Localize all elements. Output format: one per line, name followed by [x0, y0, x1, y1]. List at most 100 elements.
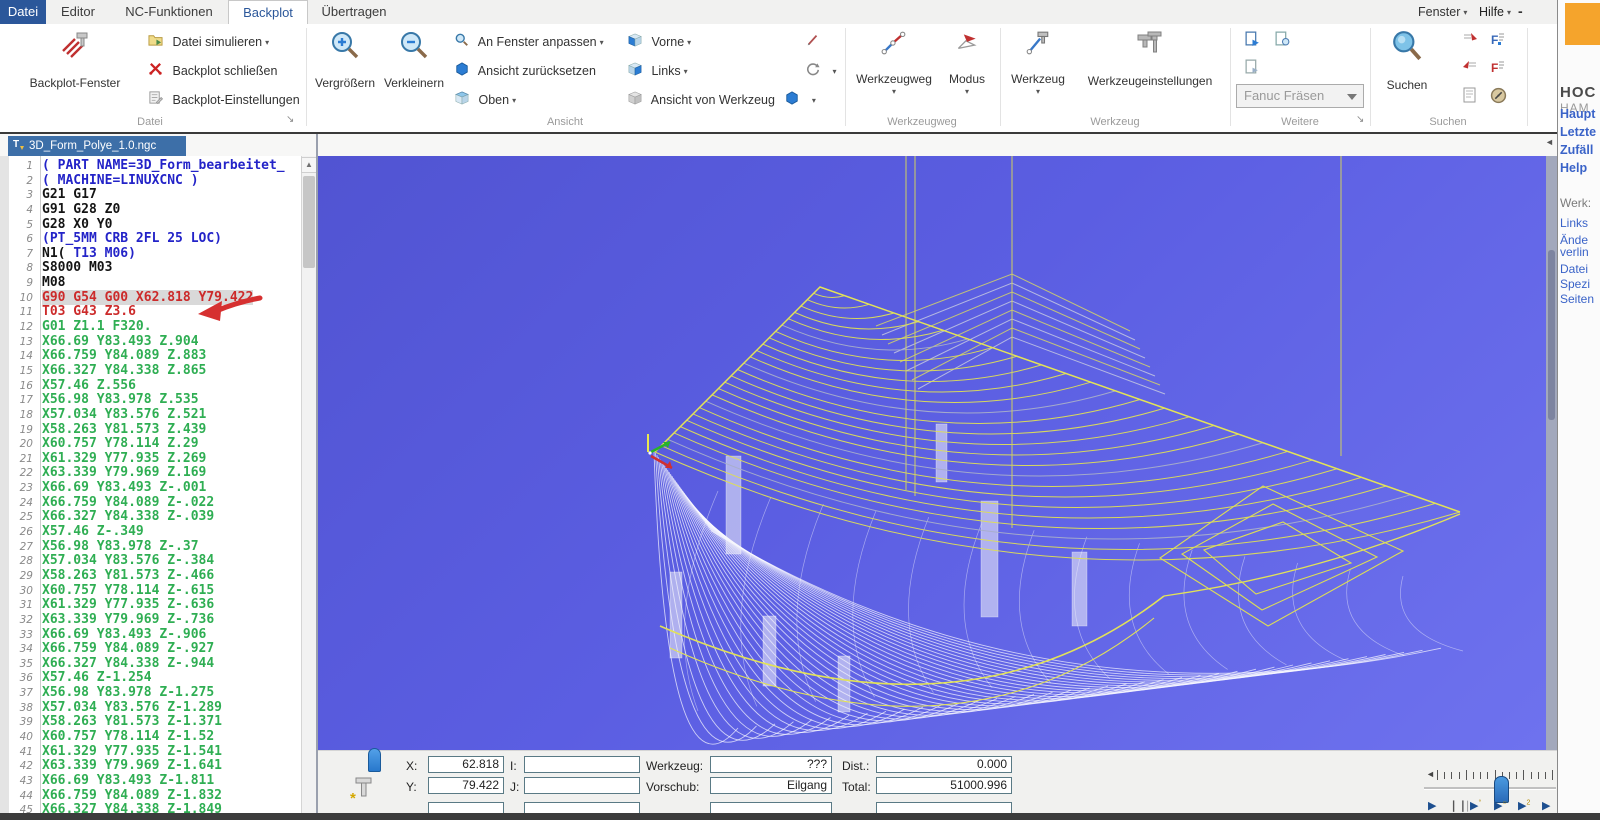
gcode-line-6[interactable]: 6(PT_5MM CRB 2FL 25 LOC) — [0, 231, 301, 246]
werkzeug-value-field[interactable]: ??? — [710, 756, 832, 773]
oben-button[interactable]: Oben▾ — [455, 89, 516, 111]
verkleinern-button[interactable]: Verkleinern — [380, 26, 448, 128]
gcode-line-18[interactable]: 18X57.034 Y83.576 Z.521 — [0, 407, 301, 422]
slider-left-arrow-icon[interactable]: ◄ — [1426, 769, 1435, 779]
panel-splitter[interactable] — [316, 134, 318, 813]
step-single-button[interactable]: ▶° — [1470, 799, 1481, 812]
minimize-ribbon-dash[interactable]: - — [1518, 0, 1523, 24]
rotate-view-button[interactable]: ▾ — [806, 60, 837, 82]
sidebar-link-2[interactable]: Letzte — [1560, 125, 1596, 139]
machine-type-combobox[interactable]: Fanuc Fräsen — [1236, 84, 1364, 108]
viewport-right-scrollbar[interactable] — [1546, 156, 1557, 750]
modus-button[interactable]: Modus ▾ — [938, 26, 996, 128]
i-value-field[interactable] — [524, 756, 640, 773]
measure-pencil-button[interactable] — [806, 31, 826, 53]
total-value-field[interactable]: 51000.996 — [876, 777, 1012, 794]
gcode-line-8[interactable]: 8S8000 M03 — [0, 260, 301, 275]
gcode-line-36[interactable]: 36X57.46 Z-1.254 — [0, 670, 301, 685]
step-search-button[interactable]: ▶○ — [1494, 799, 1507, 812]
gcode-line-43[interactable]: 43X66.69 Y83.493 Z-1.811 — [0, 773, 301, 788]
gcode-line-4[interactable]: 4G91 G28 Z0 — [0, 202, 301, 217]
gcode-line-20[interactable]: 20X60.757 Y78.114 Z.29 — [0, 436, 301, 451]
gcode-line-3[interactable]: 3G21 G17 — [0, 187, 301, 202]
gcode-line-39[interactable]: 39X58.263 Y81.573 Z-1.371 — [0, 714, 301, 729]
links-button[interactable]: Links▾ — [628, 60, 688, 82]
ribbon-tab-editor[interactable]: Editor — [46, 0, 110, 24]
gcode-line-30[interactable]: 30X60.757 Y78.114 Z-.615 — [0, 583, 301, 598]
gcode-line-25[interactable]: 25X66.327 Y84.338 Z-.039 — [0, 509, 301, 524]
find-field-button[interactable]: F — [1490, 31, 1506, 52]
gcode-lines[interactable]: 1( PART NAME=3D_Form_bearbeitet_2( MACHI… — [0, 158, 301, 817]
ansicht-von-werkzeug-button[interactable]: Ansicht von Werkzeug ▾ — [628, 89, 816, 111]
gcode-line-34[interactable]: 34X66.759 Y84.089 Z-.927 — [0, 641, 301, 656]
gcode-line-35[interactable]: 35X66.327 Y84.338 Z-.944 — [0, 656, 301, 671]
gcode-line-15[interactable]: 15X66.327 Y84.338 Z.865 — [0, 363, 301, 378]
gcode-line-2[interactable]: 2( MACHINE=LINUXCNC ) — [0, 173, 301, 188]
dist-value-field[interactable]: 0.000 — [876, 756, 1012, 773]
find-field-red-button[interactable]: F — [1490, 59, 1506, 80]
werkzeug-button[interactable]: Werkzeug ▾ — [1006, 26, 1070, 128]
dialog-launcher-icon[interactable]: ↘ — [286, 114, 294, 125]
ribbon-tab-backplot[interactable]: Backplot — [228, 0, 308, 24]
scrollbar-up-arrow[interactable]: ▲ — [301, 157, 317, 173]
sidebar-link-3[interactable]: Zufäll — [1560, 143, 1593, 157]
gcode-line-23[interactable]: 23X66.69 Y83.493 Z-.001 — [0, 480, 301, 495]
sidebar-tool-link-1[interactable]: Links — [1560, 216, 1588, 230]
gcode-line-41[interactable]: 41X61.329 Y77.935 Z-1.541 — [0, 744, 301, 759]
gcode-line-5[interactable]: 5G28 X0 Y0 — [0, 217, 301, 232]
y-value-field[interactable]: 79.422 — [428, 777, 504, 794]
file-tab[interactable]: T 3D_Form_Polye_1.0.ngc — [8, 136, 186, 156]
window-menu-fenster[interactable]: Fenster▾ — [1418, 0, 1467, 24]
backplot-schliessen-button[interactable]: Backplot schließen — [148, 60, 277, 82]
viewport-scrollbar-thumb[interactable] — [1548, 250, 1555, 420]
gcode-line-44[interactable]: 44X66.759 Y84.089 Z-1.832 — [0, 788, 301, 803]
werkzeugweg-button[interactable]: Werkzeugweg ▾ — [852, 26, 936, 128]
export-file-button[interactable] — [1244, 30, 1261, 52]
gcode-line-28[interactable]: 28X57.034 Y83.576 Z-.384 — [0, 553, 301, 568]
play-button[interactable]: ▶ — [1428, 799, 1436, 812]
ribbon-tab-nc-funktionen[interactable]: NC-Funktionen — [110, 0, 228, 24]
window-menu-hilfe[interactable]: Hilfe▾ — [1479, 0, 1511, 24]
step-end-button[interactable]: ▶ — [1542, 799, 1550, 812]
gcode-line-37[interactable]: 37X56.98 Y83.978 Z-1.275 — [0, 685, 301, 700]
copy-file-button[interactable] — [1244, 58, 1261, 80]
ribbon-tab-übertragen[interactable]: Übertragen — [308, 0, 400, 24]
gcode-line-1[interactable]: 1( PART NAME=3D_Form_bearbeitet_ — [0, 158, 301, 173]
gcode-line-21[interactable]: 21X61.329 Y77.935 Z.269 — [0, 451, 301, 466]
sidebar-tool-link-4[interactable]: Datei — [1560, 262, 1588, 276]
step-double-button[interactable]: ▶2 — [1518, 799, 1530, 812]
gcode-line-17[interactable]: 17X56.98 Y83.978 Z.535 — [0, 392, 301, 407]
an-fenster-anpassen-button[interactable]: An Fenster anpassen▾ — [455, 31, 604, 53]
sidebar-link-4[interactable]: Help — [1560, 161, 1587, 175]
backplot-3d-viewport[interactable] — [318, 156, 1546, 750]
gcode-line-9[interactable]: 9M08 — [0, 275, 301, 290]
gcode-line-40[interactable]: 40X60.757 Y78.114 Z-1.52 — [0, 729, 301, 744]
backplot-einstellungen-button[interactable]: Backplot-Einstellungen — [148, 89, 300, 111]
gcode-line-26[interactable]: 26X57.46 Z-.349 — [0, 524, 301, 539]
ribbon-tab-datei[interactable]: Datei — [0, 0, 46, 24]
gcode-line-19[interactable]: 19X58.263 Y81.573 Z.439 — [0, 422, 301, 437]
goto-line-button[interactable] — [1462, 87, 1478, 108]
gcode-line-33[interactable]: 33X66.69 Y83.493 Z-.906 — [0, 627, 301, 642]
editor-scrollbar-thumb[interactable] — [303, 176, 315, 268]
gcode-line-24[interactable]: 24X66.759 Y84.089 Z-.022 — [0, 495, 301, 510]
gcode-line-13[interactable]: 13X66.69 Y83.493 Z.904 — [0, 334, 301, 349]
gcode-line-14[interactable]: 14X66.759 Y84.089 Z.883 — [0, 348, 301, 363]
sidebar-tool-link-3[interactable]: verlin — [1560, 245, 1589, 259]
x-value-field[interactable]: 62.818 — [428, 756, 504, 773]
vorschub-value-field[interactable]: Eilgang — [710, 777, 832, 794]
gcode-line-22[interactable]: 22X63.339 Y79.969 Z.169 — [0, 465, 301, 480]
sidebar-tool-link-5[interactable]: Spezi — [1560, 277, 1590, 291]
gcode-line-16[interactable]: 16X57.46 Z.556 — [0, 378, 301, 393]
collapse-panel-icon[interactable]: ◄ — [1545, 137, 1554, 147]
ansicht-zuruecksetzen-button[interactable]: Ansicht zurücksetzen — [455, 60, 596, 82]
gcode-line-27[interactable]: 27X56.98 Y83.978 Z-.37 — [0, 539, 301, 554]
gcode-line-42[interactable]: 42X63.339 Y79.969 Z-1.641 — [0, 758, 301, 773]
vorne-button[interactable]: Vorne▾ — [628, 31, 691, 53]
backplot-fenster-button[interactable]: Backplot-Fenster — [8, 26, 142, 128]
gcode-line-29[interactable]: 29X58.263 Y81.573 Z-.466 — [0, 568, 301, 583]
gcode-line-38[interactable]: 38X57.034 Y83.576 Z-1.289 — [0, 700, 301, 715]
sidebar-link-1[interactable]: Haupt — [1560, 107, 1595, 121]
vergroessern-button[interactable]: Vergrößern — [312, 26, 378, 128]
sidebar-tool-link-6[interactable]: Seiten — [1560, 292, 1594, 306]
